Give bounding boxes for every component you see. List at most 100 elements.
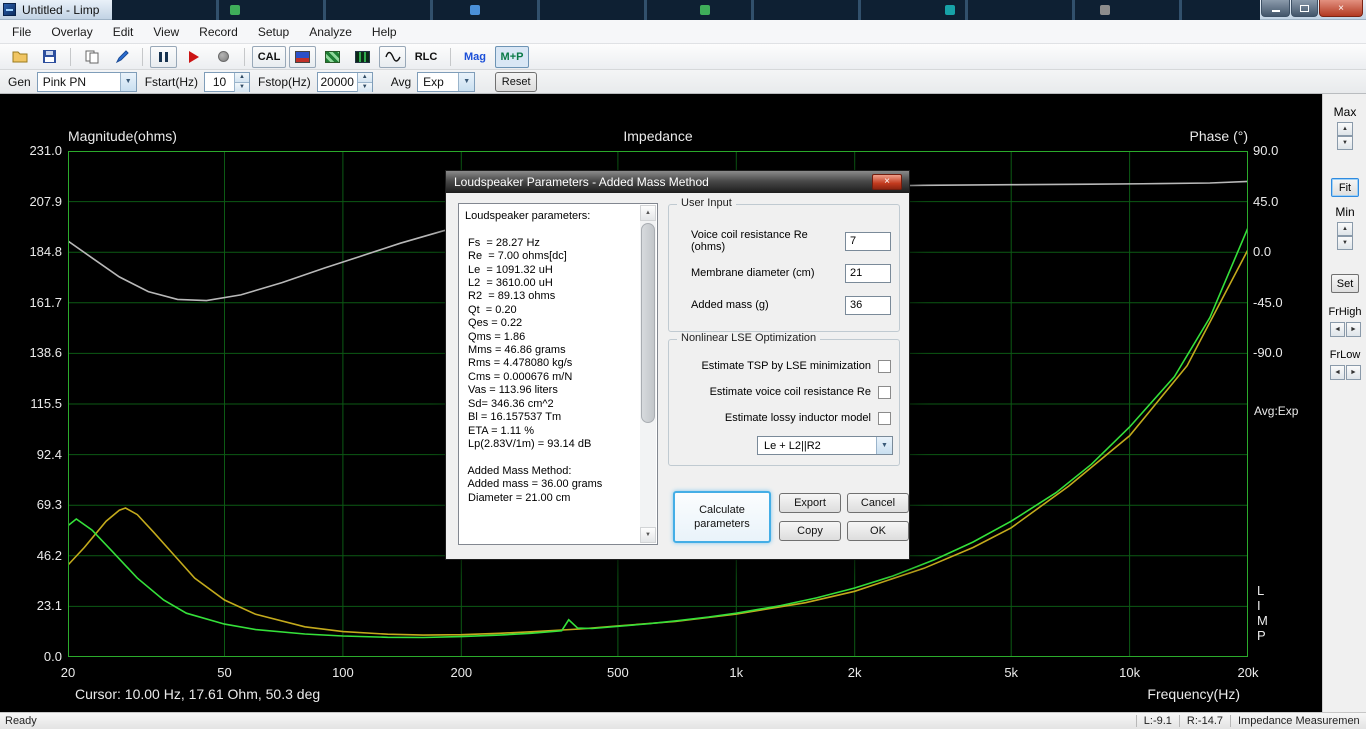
xtick-label: 500 xyxy=(606,665,629,680)
xtick-label: 50 xyxy=(217,665,232,680)
background-accent xyxy=(230,5,240,15)
menu-setup[interactable]: Setup xyxy=(248,21,299,43)
ytick-label: 138.6 xyxy=(29,345,62,361)
close-icon: × xyxy=(1338,2,1344,14)
frhigh-right-button[interactable]: ► xyxy=(1346,322,1361,337)
green-stripes-icon xyxy=(325,50,340,63)
magnitude-phase-mode-button[interactable]: M+P xyxy=(495,45,529,68)
added-mass-input[interactable] xyxy=(845,295,891,315)
chevron-down-icon: ▼ xyxy=(458,72,475,91)
estimate-re-checkbox[interactable] xyxy=(878,385,891,399)
limp-letter: P xyxy=(1257,628,1266,643)
ytick-label: 0.0 xyxy=(43,649,62,664)
background-accent xyxy=(1100,5,1110,15)
max-up-button[interactable]: ▲ xyxy=(1337,122,1353,136)
min-down-button[interactable]: ▼ xyxy=(1337,236,1353,250)
chevron-down-icon: ▼ xyxy=(876,437,892,454)
calibrate-button[interactable]: CAL xyxy=(252,45,286,68)
added-mass-field-label: Added mass (g) xyxy=(691,299,769,311)
export-button[interactable]: Export xyxy=(779,493,841,513)
diameter-input[interactable] xyxy=(845,263,891,283)
diameter-row: Membrane diameter (cm) xyxy=(669,263,899,283)
copy-button[interactable] xyxy=(78,46,105,68)
menu-file[interactable]: File xyxy=(2,21,41,43)
averaging-select[interactable]: Exp ▼ xyxy=(417,71,476,92)
fstop-spin-arrows[interactable]: ▲ ▼ xyxy=(356,72,372,92)
generator-setup-button[interactable] xyxy=(289,45,316,68)
fstart-spinner[interactable]: 10 ▲ ▼ xyxy=(204,71,251,92)
scroll-down-icon[interactable]: ▼ xyxy=(640,527,656,543)
frhigh-label: FrHigh xyxy=(1328,306,1362,318)
ok-button[interactable]: OK xyxy=(847,521,909,541)
limp-letter: I xyxy=(1257,598,1261,613)
estimate-inductor-checkbox[interactable] xyxy=(878,411,891,425)
minimize-button[interactable] xyxy=(1261,0,1290,17)
toolbar-separator xyxy=(244,47,245,66)
sine-wave-icon xyxy=(384,51,401,62)
save-button[interactable] xyxy=(36,46,63,68)
background-accent xyxy=(945,5,955,15)
frlow-right-button[interactable]: ► xyxy=(1346,365,1361,380)
spin-down-icon: ▼ xyxy=(234,81,250,92)
calculate-parameters-button[interactable]: Calculate parameters xyxy=(673,491,771,543)
xtick-label: 100 xyxy=(332,665,354,680)
estimate-tsp-label: Estimate TSP by LSE minimization xyxy=(701,360,871,372)
min-up-button[interactable]: ▲ xyxy=(1337,222,1353,236)
fstart-spin-arrows[interactable]: ▲ ▼ xyxy=(234,72,250,92)
record-button[interactable] xyxy=(210,46,237,68)
inductor-model-select[interactable]: Le + L2||R2 ▼ xyxy=(757,436,893,455)
copy-icon xyxy=(85,50,98,63)
rlc-button[interactable]: RLC xyxy=(409,46,443,68)
right-axis-title: Phase (°) xyxy=(1189,128,1248,144)
maximize-button[interactable] xyxy=(1291,0,1318,17)
scrollbar-thumb[interactable] xyxy=(641,223,655,423)
set-button[interactable]: Set xyxy=(1331,274,1359,293)
frlow-left-button[interactable]: ◄ xyxy=(1330,365,1345,380)
inductor-model-value: Le + L2||R2 xyxy=(764,439,821,452)
measurement-mode: Impedance Measuremen xyxy=(1238,715,1360,727)
limp-letter: L xyxy=(1257,583,1265,598)
spectrum-button[interactable] xyxy=(319,46,346,68)
scroll-up-icon[interactable]: ▲ xyxy=(640,205,656,221)
minimize-icon xyxy=(1271,10,1280,12)
frhigh-left-button[interactable]: ◄ xyxy=(1330,322,1345,337)
user-input-group: User Input Voice coil resistance Re (ohm… xyxy=(668,197,900,332)
fstart-value: 10 xyxy=(212,74,227,89)
rlc-label: RLC xyxy=(414,50,438,63)
magnitude-mode-button[interactable]: Mag xyxy=(458,46,492,68)
parameters-results-text: Loudspeaker parameters: Fs = 28.27 Hz Re… xyxy=(465,210,603,504)
edit-button[interactable] xyxy=(108,46,135,68)
dialog-close-button[interactable]: × xyxy=(872,174,902,190)
re-input[interactable] xyxy=(845,231,891,251)
play-button[interactable] xyxy=(180,46,207,68)
menu-view[interactable]: View xyxy=(143,21,189,43)
toolbar-separator xyxy=(70,47,71,66)
waveform-button[interactable] xyxy=(379,45,406,68)
x-axis-title: Frequency(Hz) xyxy=(1147,686,1240,702)
copy-button[interactable]: Copy xyxy=(779,521,841,541)
close-button[interactable]: × xyxy=(1319,0,1363,17)
re-field-label: Voice coil resistance Re (ohms) xyxy=(691,229,808,253)
signal-view-button[interactable] xyxy=(349,46,376,68)
menu-edit[interactable]: Edit xyxy=(103,21,144,43)
ptick-label: -90.0 xyxy=(1253,345,1283,361)
fstop-spinner[interactable]: 20000 ▲ ▼ xyxy=(316,71,373,92)
reset-button[interactable]: Reset xyxy=(495,71,538,92)
dialog-titlebar[interactable]: Loudspeaker Parameters - Added Mass Meth… xyxy=(446,171,909,193)
status-separator xyxy=(1135,715,1137,727)
max-down-button[interactable]: ▼ xyxy=(1337,136,1353,150)
open-button[interactable] xyxy=(6,46,33,68)
menu-help[interactable]: Help xyxy=(362,21,407,43)
menu-overlay[interactable]: Overlay xyxy=(41,21,102,43)
generator-type-select[interactable]: Pink PN ▼ xyxy=(36,71,137,92)
estimate-tsp-checkbox[interactable] xyxy=(878,359,891,373)
lse-optimization-group: Nonlinear LSE Optimization Estimate TSP … xyxy=(668,332,900,466)
main-toolbar: CAL RLC Mag M+P xyxy=(0,44,1366,70)
results-scrollbar[interactable]: ▲ ▼ xyxy=(640,205,656,543)
menu-analyze[interactable]: Analyze xyxy=(299,21,362,43)
cancel-button[interactable]: Cancel xyxy=(847,493,909,513)
chart-title: Impedance xyxy=(623,128,693,144)
pause-button[interactable] xyxy=(150,45,177,68)
fit-button[interactable]: Fit xyxy=(1331,178,1359,197)
menu-record[interactable]: Record xyxy=(189,21,248,43)
